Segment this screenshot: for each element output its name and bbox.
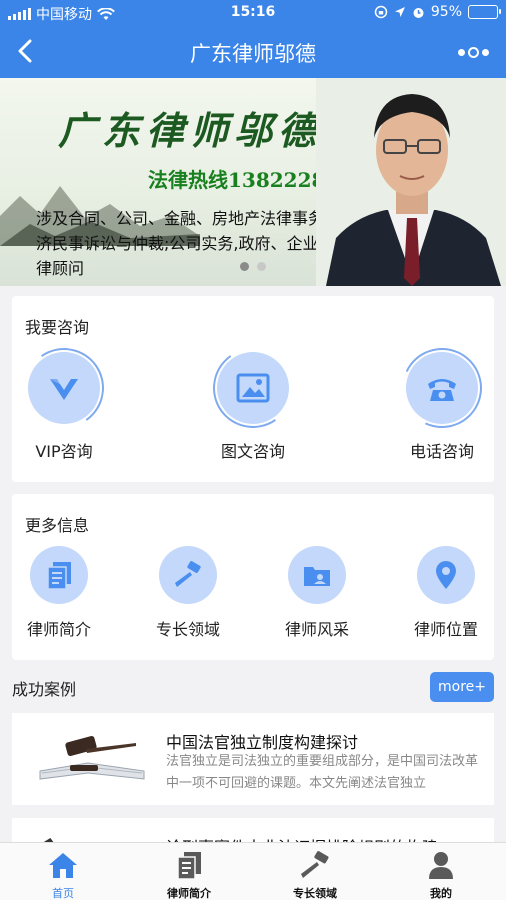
cases-more-button[interactable]: more+ (430, 672, 494, 702)
carousel-dot[interactable] (240, 262, 249, 271)
nav-bar: 广东律师邬德 (0, 26, 506, 78)
vip-consult-button[interactable] (17, 341, 111, 435)
tab-expertise[interactable]: 专长领域 (252, 843, 378, 900)
phone-icon (428, 379, 456, 401)
alarm-icon (413, 7, 424, 18)
tab-bar: 首页 律师简介 专长领域 我的 (0, 842, 506, 900)
consult-title: 我要咨询 (25, 318, 90, 337)
document-icon (47, 562, 71, 590)
expertise-button[interactable] (159, 546, 217, 604)
phone-consult-button[interactable] (390, 336, 494, 440)
more-dots-icon[interactable] (458, 42, 494, 62)
status-right: 95% (374, 4, 501, 20)
page-title: 广东律师邬德 (190, 42, 316, 66)
status-bar: 中国移动 15:16 95% (0, 0, 506, 26)
vip-consult-label[interactable]: VIP咨询 (9, 438, 119, 462)
battery-icon (468, 5, 501, 19)
cases-title: 成功案例 (12, 680, 77, 699)
banner-description: 涉及合同、公司、金融、房地产法律事务;经济民事诉讼与仲裁;公司实务,政府、企业法… (36, 209, 346, 278)
battery-percent: 95% (430, 4, 462, 20)
tab-home[interactable]: 首页 (0, 843, 126, 900)
tab-mine[interactable]: 我的 (378, 843, 504, 900)
cases-header: 成功案例 more+ (12, 672, 494, 702)
case-item[interactable]: 中国法官独立制度构建探讨 法官独立是司法独立的重要组成部分，是中国司法改革中一项… (12, 713, 494, 805)
home-icon (49, 853, 77, 878)
photo-folder-icon (304, 567, 330, 586)
lawyer-portrait (316, 78, 506, 286)
case-description: 法官独立是司法独立的重要组成部分，是中国司法改革中一项不可回避的课题。本文先阐述… (166, 754, 479, 791)
tab-lawyer-intro-label[interactable]: 律师简介 (126, 885, 252, 900)
tab-mine-label[interactable]: 我的 (378, 885, 504, 900)
lawyer-style-label[interactable]: 律师风采 (267, 616, 367, 640)
gavel-icon (301, 851, 329, 878)
banner-carousel[interactable]: 广东律师邬德 法律热线13822281822 涉及合同、公司、金融、房地产法律事… (0, 78, 506, 286)
carousel-dots (240, 262, 266, 271)
consult-card: 我要咨询 VIP咨询 图文咨询 电话咨询 (12, 296, 494, 482)
document-icon (177, 852, 201, 880)
more-info-title: 更多信息 (25, 516, 90, 535)
vip-icon (50, 379, 78, 400)
location-pin-icon (436, 561, 456, 589)
image-consult-label[interactable]: 图文咨询 (198, 438, 308, 462)
user-icon (429, 852, 453, 879)
location-arrow-icon (394, 7, 405, 17)
gavel-book-thumbnail (26, 727, 150, 789)
gavel-icon (175, 561, 201, 587)
lawyer-intro-label[interactable]: 律师简介 (9, 616, 109, 640)
lawyer-intro-button[interactable] (30, 546, 88, 604)
tab-lawyer-intro[interactable]: 律师简介 (126, 843, 252, 900)
banner-brand: 广东律师邬德 (58, 108, 323, 153)
phone-consult-label[interactable]: 电话咨询 (387, 438, 497, 462)
case-title[interactable]: 中国法官独立制度构建探讨 (166, 729, 358, 753)
lock-rotation-icon (374, 5, 388, 19)
image-consult-button[interactable] (206, 341, 300, 435)
image-icon (236, 373, 270, 403)
tab-home-label[interactable]: 首页 (0, 885, 126, 900)
carousel-dot[interactable] (257, 262, 266, 271)
lawyer-style-button[interactable] (288, 546, 346, 604)
expertise-label[interactable]: 专长领域 (138, 616, 238, 640)
lawyer-location-button[interactable] (417, 546, 475, 604)
lawyer-location-label[interactable]: 律师位置 (396, 616, 496, 640)
tab-expertise-label[interactable]: 专长领域 (252, 885, 378, 900)
more-info-card: 更多信息 律师简介 专长领域 律师风采 律师位置 (12, 494, 494, 660)
